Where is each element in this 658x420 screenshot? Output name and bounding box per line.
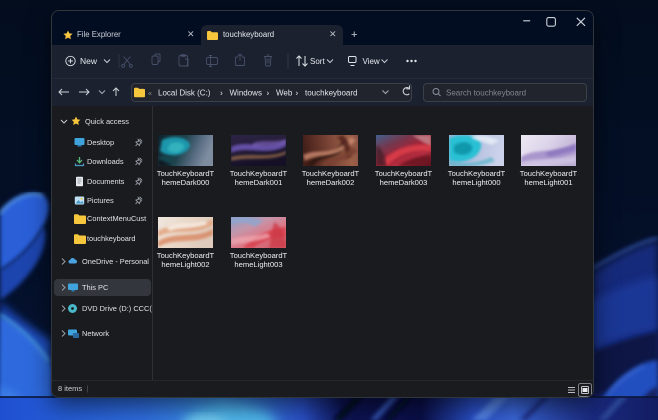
- svg-text:›: ›: [267, 87, 270, 97]
- svg-text:Web: Web: [276, 89, 293, 98]
- svg-text:Local Disk (C:): Local Disk (C:): [158, 89, 211, 98]
- svg-text:New: New: [80, 56, 98, 66]
- svg-text:Search touchkeyboard: Search touchkeyboard: [446, 89, 526, 98]
- svg-text:Sort: Sort: [310, 57, 325, 66]
- svg-text:›: ›: [296, 87, 299, 97]
- svg-text:«: «: [148, 90, 152, 97]
- svg-text:touchkeyboard: touchkeyboard: [305, 89, 357, 98]
- svg-text:Windows: Windows: [230, 89, 262, 98]
- svg-text:View: View: [363, 57, 380, 66]
- svg-text:›: ›: [220, 87, 223, 97]
